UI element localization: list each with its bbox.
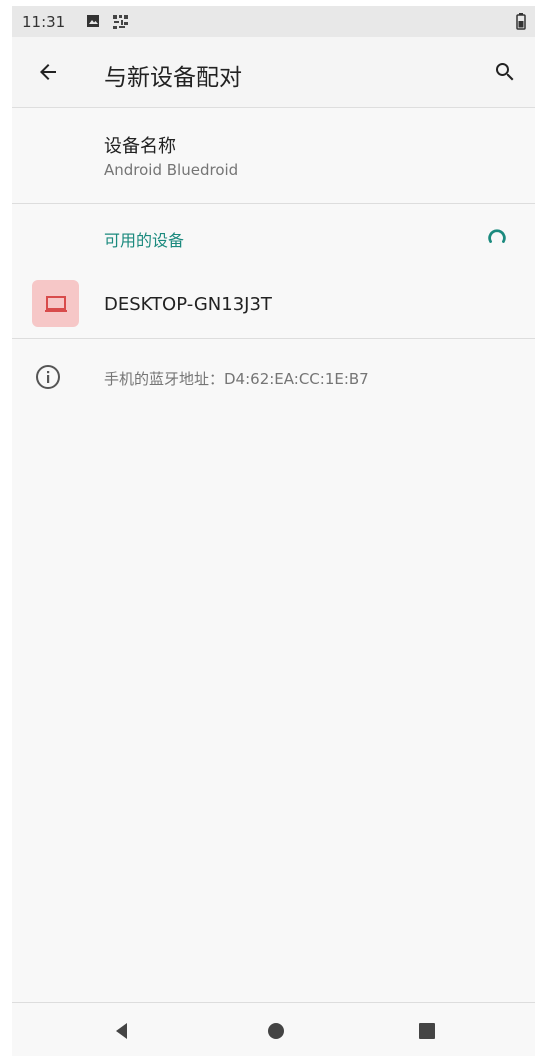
nav-back-button[interactable] (104, 1013, 140, 1049)
back-icon (116, 1023, 127, 1039)
bluetooth-address: 手机的蓝牙地址：D4:62:EA:CC:1E:B7 (104, 370, 369, 388)
notification-icon (113, 15, 128, 29)
back-button[interactable] (26, 50, 70, 94)
status-time: 11:31 (22, 13, 66, 31)
system-navigation-bar (12, 1002, 535, 1056)
section-divider (12, 203, 535, 204)
search-button[interactable] (483, 50, 527, 94)
nav-home-button[interactable] (258, 1013, 294, 1049)
device-name: DESKTOP-GN13J3T (104, 294, 272, 315)
available-device-item[interactable]: DESKTOP-GN13J3T (12, 271, 535, 337)
photo-icon (87, 15, 99, 27)
info-icon (36, 365, 60, 389)
page-title: 与新设备配对 (104, 65, 242, 91)
bluetooth-address-info: 手机的蓝牙地址：D4:62:EA:CC:1E:B7 (12, 350, 535, 408)
phone-frame: 11:31 与新设备配对 设备名称 Android Bluedroid 可用的设… (0, 0, 535, 1056)
device-list-divider (12, 338, 535, 339)
search-icon (496, 63, 514, 81)
device-name-setting[interactable]: 设备名称 Android Bluedroid (12, 109, 535, 201)
bluetooth-pairing-screen: 11:31 与新设备配对 设备名称 Android Bluedroid 可用的设… (12, 6, 535, 1056)
device-name-title: 设备名称 (104, 136, 176, 157)
top-app-bar: 与新设备配对 (12, 37, 535, 108)
battery-icon (516, 13, 526, 30)
laptop-icon (44, 295, 67, 312)
arrow-left-icon (40, 64, 56, 80)
status-bar: 11:31 (12, 6, 535, 37)
recent-apps-icon (419, 1023, 435, 1039)
device-icon-container (32, 280, 79, 327)
available-devices-header: 可用的设备 (104, 231, 185, 250)
device-name-value: Android Bluedroid (104, 161, 239, 179)
home-icon (268, 1023, 284, 1039)
loading-spinner-icon (488, 229, 506, 243)
nav-recent-button[interactable] (409, 1013, 445, 1049)
